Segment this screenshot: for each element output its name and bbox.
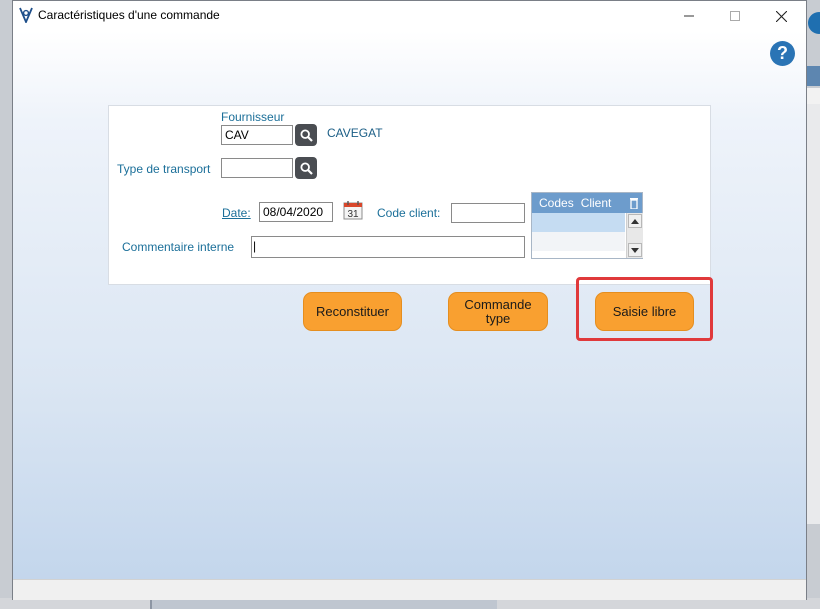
calendar-icon: 31 [343,201,363,220]
arrow-up-icon [631,218,639,224]
codes-delete-button[interactable] [626,193,642,213]
app-logo-icon [19,7,33,23]
maximize-icon [730,11,740,21]
reconstituer-label: Reconstituer [316,303,389,319]
close-icon [775,10,787,22]
calendar-day: 31 [347,209,359,220]
magnifier-icon [299,161,313,175]
arrow-down-icon [631,247,639,253]
scroll-up-button[interactable] [628,214,642,228]
fournisseur-input[interactable]: CAV [221,125,293,145]
table-row[interactable] [532,213,625,232]
header-codes: Codes [539,196,574,210]
fournisseur-label: Fournisseur [221,110,285,124]
window-title: Caractéristiques d'une commande [38,8,220,22]
minimize-button[interactable] [666,1,712,31]
magnifier-icon [299,128,313,142]
header-client: Client [580,196,612,210]
transport-label: Type de transport [117,162,211,176]
scroll-down-button[interactable] [628,243,642,257]
fournisseur-search-button[interactable] [295,124,317,146]
commentaire-label: Commentaire interne [122,240,235,254]
date-label[interactable]: Date: [222,206,251,220]
background-app-icon [808,12,820,34]
background-app-strip [806,66,820,86]
fournisseur-name: CAVEGAT [327,126,383,140]
commande-type-label-line1: Commande [464,296,532,312]
help-icon[interactable]: ? [770,41,795,66]
codes-client-header: Codes Client [532,193,626,213]
codes-client-table[interactable]: Codes Client [531,192,643,259]
date-input[interactable]: 08/04/2020 [259,202,333,222]
status-bar [13,579,806,600]
commentaire-input[interactable]: | [251,236,525,258]
highlight-box [576,277,713,341]
calendar-button[interactable]: 31 [343,200,363,220]
table-row[interactable] [532,232,625,251]
maximize-button[interactable] [712,1,758,31]
commande-type-label-line2: type [485,310,511,326]
code-client-label: Code client: [377,206,441,220]
code-client-input[interactable] [451,203,525,223]
transport-input[interactable] [221,158,293,178]
codes-scrollbar[interactable] [626,213,643,258]
background-app-strip-2 [806,88,820,104]
background-app-panel [806,104,820,524]
commande-type-button[interactable]: Commande type [448,292,548,331]
reconstituer-button[interactable]: Reconstituer [303,292,402,331]
close-button[interactable] [758,1,804,31]
trash-icon [630,197,638,209]
order-form-panel: Fournisseur CAV CAVEGAT Type de transpor… [108,105,711,285]
minimize-icon [684,15,694,17]
transport-search-button[interactable] [295,157,317,179]
title-bar: Caractéristiques d'une commande [13,1,806,31]
